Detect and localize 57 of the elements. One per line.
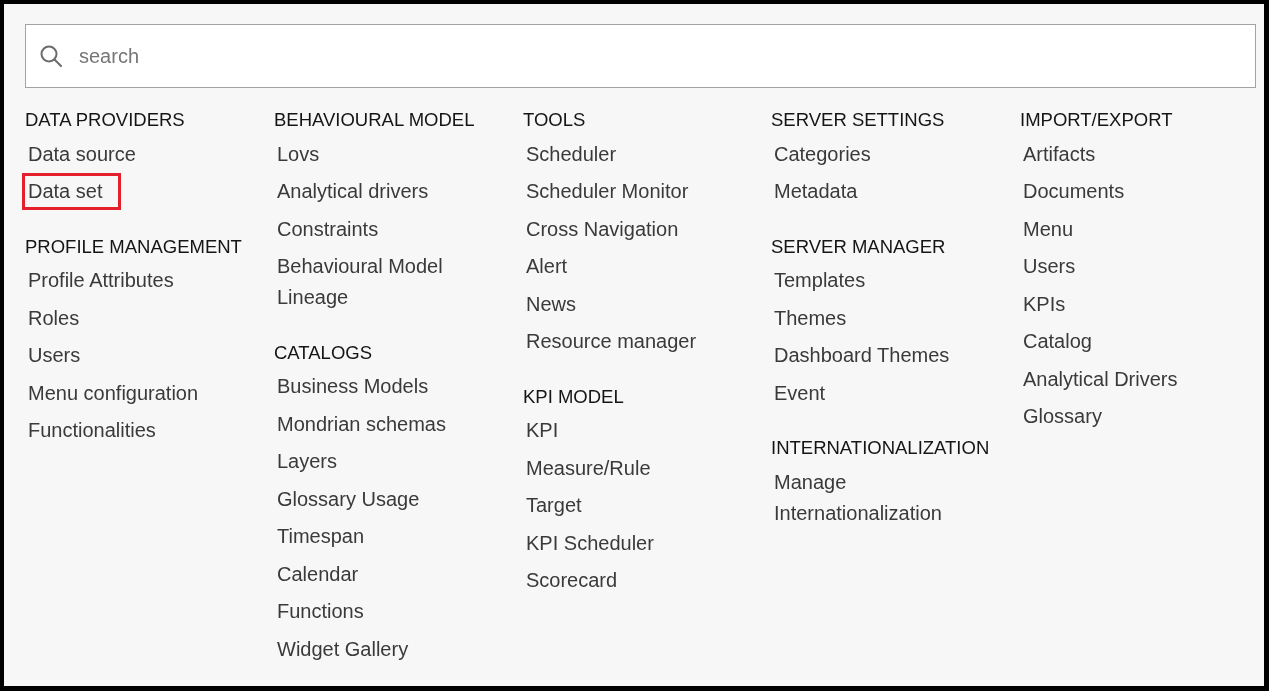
menu-item[interactable]: KPI Scheduler <box>520 524 673 562</box>
menu-item[interactable]: Glossary <box>1017 398 1121 435</box>
menu-item[interactable]: Functions <box>271 593 383 630</box>
section-heading: SERVER SETTINGS <box>771 108 945 132</box>
menu-item[interactable]: Profile Attributes <box>22 262 193 299</box>
menu-item[interactable]: Menu configuration <box>22 374 218 412</box>
menu-item[interactable]: Roles <box>22 299 99 337</box>
menu-item[interactable]: Dashboard Themes <box>768 337 969 374</box>
menu-item[interactable]: Documents <box>1017 173 1144 210</box>
menu-item[interactable]: Behavioural Model Lineage <box>271 248 506 316</box>
menu-item[interactable]: Event <box>768 374 845 412</box>
search-field[interactable]: search <box>25 24 1256 88</box>
menu-item[interactable]: Lovs <box>271 135 339 173</box>
menu-item[interactable]: Menu <box>1017 210 1093 248</box>
menu-item[interactable]: Analytical drivers <box>271 173 448 210</box>
menu-item[interactable]: Scheduler <box>520 135 636 173</box>
section-heading: CATALOGS <box>274 340 372 365</box>
menu-item[interactable]: Artifacts <box>1017 135 1115 173</box>
section-heading: KPI MODEL <box>523 384 624 409</box>
menu-item[interactable]: Timespan <box>271 518 384 555</box>
menu-item[interactable]: Glossary Usage <box>271 480 439 518</box>
menu-item[interactable]: Scorecard <box>520 562 637 599</box>
section-heading: PROFILE MANAGEMENT <box>25 234 242 259</box>
search-icon <box>40 45 62 67</box>
menu-item[interactable]: Manage Internationalization <box>768 463 1003 532</box>
menu-item[interactable]: Data set <box>22 173 122 210</box>
menu-item[interactable]: Functionalities <box>22 412 175 449</box>
menu-item[interactable]: Calendar <box>271 555 378 593</box>
section-heading: TOOLS <box>523 108 586 132</box>
section-heading: BEHAVIOURAL MODEL <box>274 108 475 132</box>
menu-item[interactable]: Catalog <box>1017 323 1111 360</box>
menu-item[interactable]: Measure/Rule <box>520 449 670 487</box>
menu-item[interactable]: Metadata <box>768 173 877 210</box>
menu-item[interactable]: Templates <box>768 262 885 299</box>
menu-item[interactable]: KPIs <box>1017 285 1085 323</box>
menu-item[interactable]: Mondrian schemas <box>271 405 465 443</box>
menu-item[interactable]: Constraints <box>271 210 398 248</box>
menu-item[interactable]: Data source <box>22 135 155 173</box>
menu-item[interactable]: Resource manager <box>520 323 716 360</box>
menu-item[interactable]: News <box>520 285 595 323</box>
menu-item[interactable]: Users <box>1017 248 1095 285</box>
menu-item[interactable]: Scheduler Monitor <box>520 173 708 210</box>
menu-item[interactable]: Cross Navigation <box>520 210 698 248</box>
section-heading: SERVER MANAGER <box>771 234 946 259</box>
section-heading: INTERNATIONALIZATION <box>771 436 990 460</box>
menu-item[interactable]: Users <box>22 337 100 374</box>
menu-item[interactable]: KPI <box>520 412 578 449</box>
menu-item[interactable]: Alert <box>520 248 587 285</box>
section-heading: DATA PROVIDERS <box>25 108 185 132</box>
menu-item[interactable]: Widget Gallery <box>271 630 428 668</box>
menu-item[interactable]: Analytical Drivers <box>1017 360 1197 398</box>
menu-item[interactable]: Target <box>520 487 601 524</box>
menu-item[interactable]: Categories <box>768 135 890 173</box>
menu-item[interactable]: Business Models <box>271 368 448 405</box>
menu-item[interactable]: Themes <box>768 299 866 337</box>
menu-item[interactable]: Layers <box>271 443 357 480</box>
section-heading: IMPORT/EXPORT <box>1020 108 1173 132</box>
